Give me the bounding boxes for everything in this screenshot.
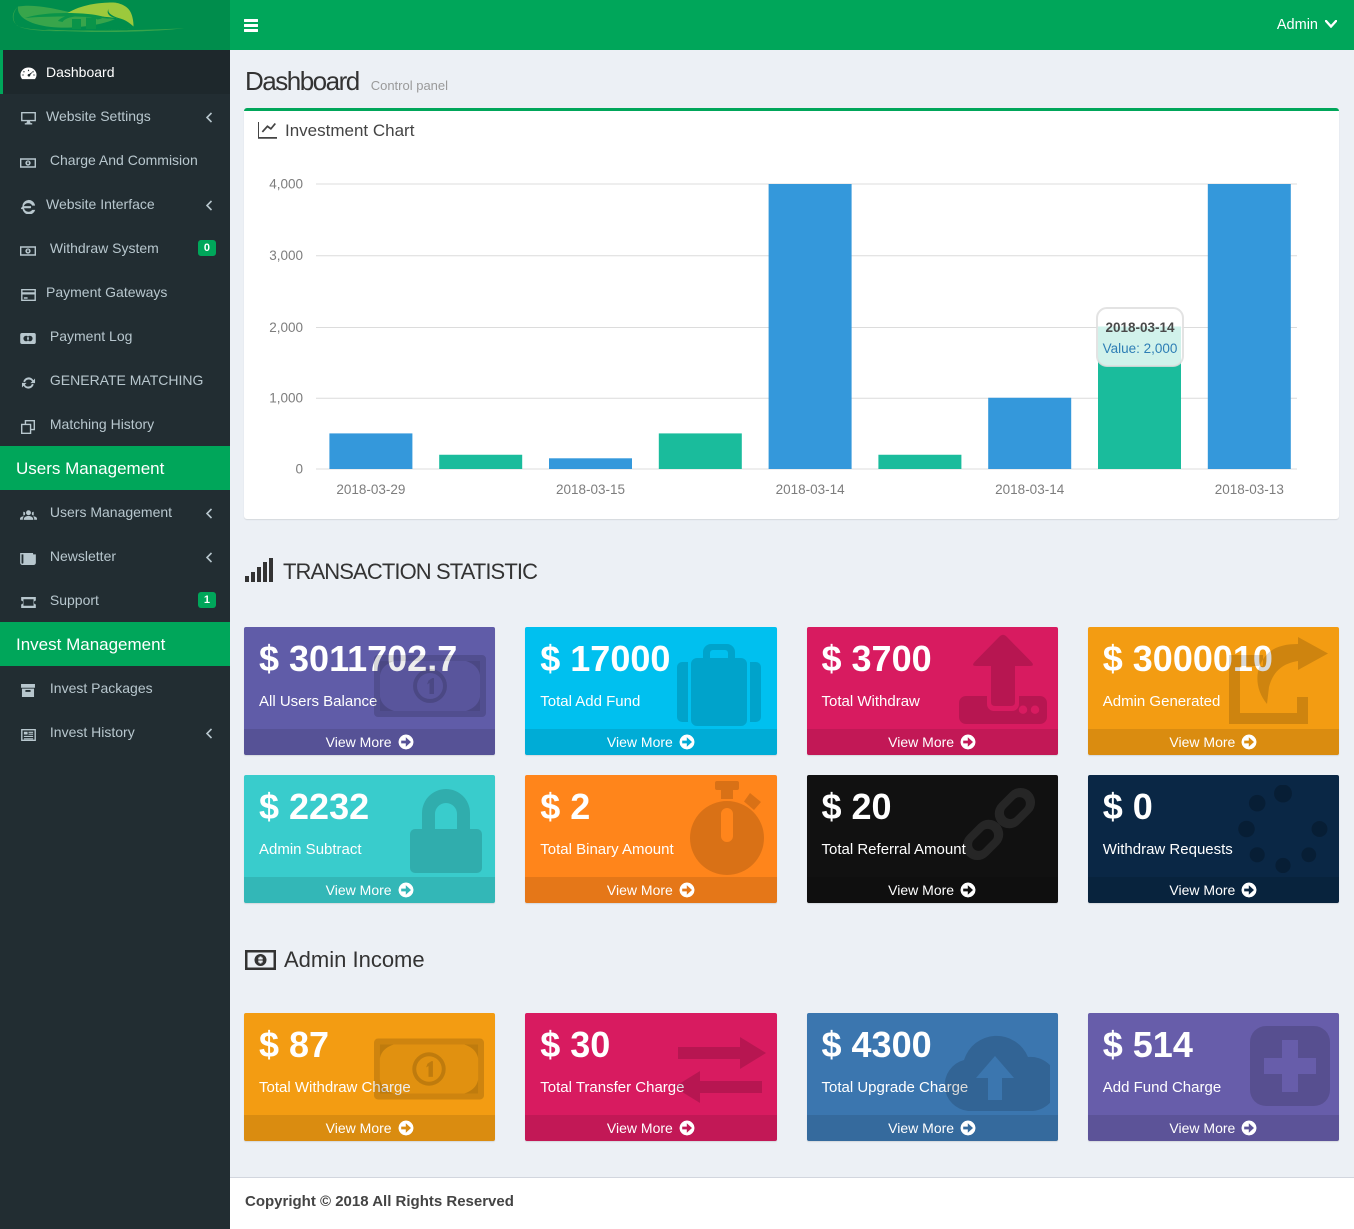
svg-text:2018-03-14: 2018-03-14 xyxy=(1105,320,1175,335)
svg-text:2018-03-14: 2018-03-14 xyxy=(995,482,1065,497)
svg-text:3,000: 3,000 xyxy=(269,248,303,263)
svg-text:2018-03-29: 2018-03-29 xyxy=(336,482,405,497)
svg-text:2018-03-15: 2018-03-15 xyxy=(556,482,625,497)
svg-text:2,000: 2,000 xyxy=(269,320,303,335)
svg-text:0: 0 xyxy=(295,462,303,477)
svg-text:Value: 2,000: Value: 2,000 xyxy=(1103,341,1178,356)
svg-text:1,000: 1,000 xyxy=(269,391,303,406)
svg-text:2018-03-14: 2018-03-14 xyxy=(776,482,846,497)
svg-text:2018-03-13: 2018-03-13 xyxy=(1215,482,1284,497)
svg-text:4,000: 4,000 xyxy=(269,177,303,192)
